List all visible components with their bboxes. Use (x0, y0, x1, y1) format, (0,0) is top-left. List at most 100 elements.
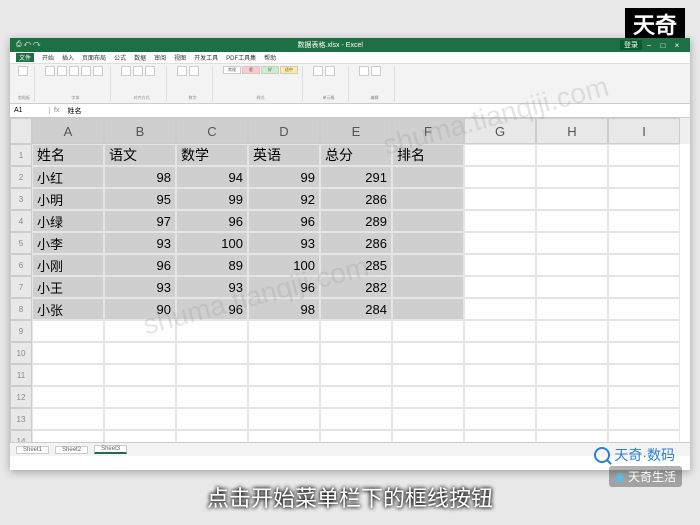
row-header[interactable]: 5 (10, 232, 32, 254)
menu-2[interactable]: 插入 (62, 53, 74, 62)
cell-H6[interactable] (536, 254, 608, 276)
insert-icon[interactable] (313, 66, 323, 76)
cell-I4[interactable] (608, 210, 680, 232)
cell-F8[interactable] (392, 298, 464, 320)
cell-I9[interactable] (608, 320, 680, 342)
cell-C3[interactable]: 99 (176, 188, 248, 210)
cell-F1[interactable]: 排名 (392, 144, 464, 166)
cell-G1[interactable] (464, 144, 536, 166)
cell-I6[interactable] (608, 254, 680, 276)
cell-D2[interactable]: 99 (248, 166, 320, 188)
cell-A2[interactable]: 小红 (32, 166, 104, 188)
cell-B3[interactable]: 95 (104, 188, 176, 210)
cell-F10[interactable] (392, 342, 464, 364)
cell-D12[interactable] (248, 386, 320, 408)
cell-F2[interactable] (392, 166, 464, 188)
cell-B12[interactable] (104, 386, 176, 408)
cell-E12[interactable] (320, 386, 392, 408)
cell-B11[interactable] (104, 364, 176, 386)
cell-A10[interactable] (32, 342, 104, 364)
cell-E9[interactable] (320, 320, 392, 342)
cell-H10[interactable] (536, 342, 608, 364)
cell-A4[interactable]: 小绿 (32, 210, 104, 232)
col-header-D[interactable]: D (248, 118, 320, 144)
col-header-G[interactable]: G (464, 118, 536, 144)
ribbon-align[interactable]: 对齐方式 (117, 66, 167, 101)
find-icon[interactable] (371, 66, 381, 76)
cell-D1[interactable]: 英语 (248, 144, 320, 166)
cell-E5[interactable]: 286 (320, 232, 392, 254)
percent-icon[interactable] (189, 66, 199, 76)
cell-C10[interactable] (176, 342, 248, 364)
cell-D8[interactable]: 98 (248, 298, 320, 320)
cell-I2[interactable] (608, 166, 680, 188)
align-left-icon[interactable] (121, 66, 131, 76)
col-header-A[interactable]: A (32, 118, 104, 144)
underline-icon[interactable] (69, 66, 79, 76)
cell-B7[interactable]: 93 (104, 276, 176, 298)
cell-D6[interactable]: 100 (248, 254, 320, 276)
cell-C2[interactable]: 94 (176, 166, 248, 188)
cell-E7[interactable]: 282 (320, 276, 392, 298)
cell-H7[interactable] (536, 276, 608, 298)
ribbon-styles[interactable]: 常规差好适中 样式 (219, 66, 303, 101)
col-header-H[interactable]: H (536, 118, 608, 144)
cell-G8[interactable] (464, 298, 536, 320)
row-header[interactable]: 6 (10, 254, 32, 276)
menu-10[interactable]: 帮助 (264, 53, 276, 62)
cell-B8[interactable]: 90 (104, 298, 176, 320)
minimize-button[interactable]: − (642, 40, 656, 50)
paste-icon[interactable] (18, 66, 28, 76)
fx-icon[interactable]: fx (50, 107, 63, 114)
cell-H3[interactable] (536, 188, 608, 210)
maximize-button[interactable]: □ (656, 40, 670, 50)
cell-A11[interactable] (32, 364, 104, 386)
cell-A12[interactable] (32, 386, 104, 408)
cell-G5[interactable] (464, 232, 536, 254)
cell-B6[interactable]: 96 (104, 254, 176, 276)
menu-6[interactable]: 审阅 (154, 53, 166, 62)
cell-B4[interactable]: 97 (104, 210, 176, 232)
cell-G11[interactable] (464, 364, 536, 386)
cell-G7[interactable] (464, 276, 536, 298)
align-center-icon[interactable] (133, 66, 143, 76)
cell-D5[interactable]: 93 (248, 232, 320, 254)
cell-B9[interactable] (104, 320, 176, 342)
cell-D7[interactable]: 96 (248, 276, 320, 298)
cell-H8[interactable] (536, 298, 608, 320)
cell-C7[interactable]: 93 (176, 276, 248, 298)
cell-E10[interactable] (320, 342, 392, 364)
name-box[interactable]: A1 (10, 107, 50, 114)
cell-I3[interactable] (608, 188, 680, 210)
cell-B10[interactable] (104, 342, 176, 364)
cell-E6[interactable]: 285 (320, 254, 392, 276)
cell-C8[interactable]: 96 (176, 298, 248, 320)
cell-E1[interactable]: 总分 (320, 144, 392, 166)
cell-F9[interactable] (392, 320, 464, 342)
cell-F7[interactable] (392, 276, 464, 298)
cell-F3[interactable] (392, 188, 464, 210)
cell-I12[interactable] (608, 386, 680, 408)
row-header[interactable]: 13 (10, 408, 32, 430)
cell-E13[interactable] (320, 408, 392, 430)
currency-icon[interactable] (177, 66, 187, 76)
signin-button[interactable]: 登录 (620, 40, 642, 50)
row-header[interactable]: 10 (10, 342, 32, 364)
sheet-tab-Sheet1[interactable]: Sheet1 (16, 446, 49, 454)
fill-icon[interactable] (93, 66, 103, 76)
cell-H4[interactable] (536, 210, 608, 232)
cell-F11[interactable] (392, 364, 464, 386)
cell-A1[interactable]: 姓名 (32, 144, 104, 166)
select-all-corner[interactable] (10, 118, 32, 144)
cell-E4[interactable]: 289 (320, 210, 392, 232)
cell-D4[interactable]: 96 (248, 210, 320, 232)
cell-E8[interactable]: 284 (320, 298, 392, 320)
cell-C4[interactable]: 96 (176, 210, 248, 232)
bold-icon[interactable] (45, 66, 55, 76)
cell-H12[interactable] (536, 386, 608, 408)
cell-I7[interactable] (608, 276, 680, 298)
cell-G9[interactable] (464, 320, 536, 342)
cell-F12[interactable] (392, 386, 464, 408)
cell-D3[interactable]: 92 (248, 188, 320, 210)
style-差[interactable]: 差 (242, 66, 260, 74)
